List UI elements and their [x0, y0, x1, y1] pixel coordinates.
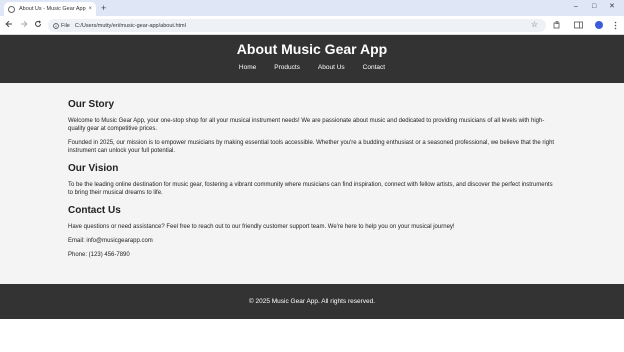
menu-icon[interactable]	[610, 20, 620, 30]
sidebar-icon[interactable]	[573, 20, 583, 30]
new-tab-button[interactable]: +	[101, 2, 106, 14]
story-paragraph-2: Founded in 2025, our mission is to empow…	[68, 140, 555, 154]
nav-link-home[interactable]: Home	[239, 64, 256, 72]
maximize-button[interactable]: □	[592, 1, 596, 13]
browser-toolbar: File C:/Users/mutty/eri/music-gear-app/a…	[0, 16, 624, 35]
nav-link-products[interactable]: Products	[274, 64, 300, 72]
page-title: About Music Gear App	[236, 41, 388, 57]
main-nav: Home Products About Us Contact	[0, 64, 624, 72]
url-text[interactable]: C:/Users/mutty/eri/music-gear-app/about.…	[75, 23, 186, 29]
browser-tab[interactable]: About Us - Music Gear App ×	[4, 2, 96, 16]
forward-arrow-icon[interactable]	[20, 19, 28, 31]
globe-icon	[8, 5, 15, 13]
site-header: About Music Gear App Home Products About…	[0, 35, 624, 83]
info-icon	[53, 22, 59, 29]
address-bar[interactable]: File C:/Users/mutty/eri/music-gear-app/a…	[48, 19, 546, 32]
site-footer: © 2025 Music Gear App. All rights reserv…	[0, 284, 624, 319]
vision-paragraph: To be the leading online destination for…	[68, 182, 553, 196]
close-window-button[interactable]: ✕	[609, 1, 615, 13]
main-content: Our Story Welcome to Music Gear App, you…	[0, 83, 624, 284]
contact-heading: Contact Us	[68, 205, 121, 216]
nav-link-about[interactable]: About Us	[318, 64, 345, 72]
footer-copyright: © 2025 Music Gear App. All rights reserv…	[248, 298, 376, 305]
tab-title: About Us - Music Gear App	[19, 6, 86, 12]
file-label: File	[61, 22, 70, 29]
vision-heading: Our Vision	[68, 163, 119, 174]
tab-close-button[interactable]: ×	[88, 6, 92, 12]
contact-paragraph: Have questions or need assistance? Feel …	[68, 224, 455, 230]
nav-link-contact[interactable]: Contact	[363, 64, 385, 72]
minimize-button[interactable]: –	[574, 1, 578, 13]
extensions-icon[interactable]	[552, 20, 562, 30]
back-arrow-icon[interactable]	[5, 19, 13, 31]
profile-icon[interactable]	[594, 20, 604, 30]
star-icon[interactable]: ☆	[531, 20, 538, 29]
story-paragraph-1: Welcome to Music Gear App, your one-stop…	[68, 118, 545, 132]
reload-icon[interactable]	[34, 19, 42, 31]
tab-strip: About Us - Music Gear App × + – □ ✕	[0, 0, 624, 16]
site-info-chip[interactable]: File	[53, 23, 70, 29]
story-heading: Our Story	[68, 99, 115, 110]
contact-phone: Phone: (123) 456-7890	[68, 252, 130, 258]
page-blank-area	[0, 319, 624, 352]
contact-email: Email: info@musicgearapp.com	[68, 238, 153, 244]
